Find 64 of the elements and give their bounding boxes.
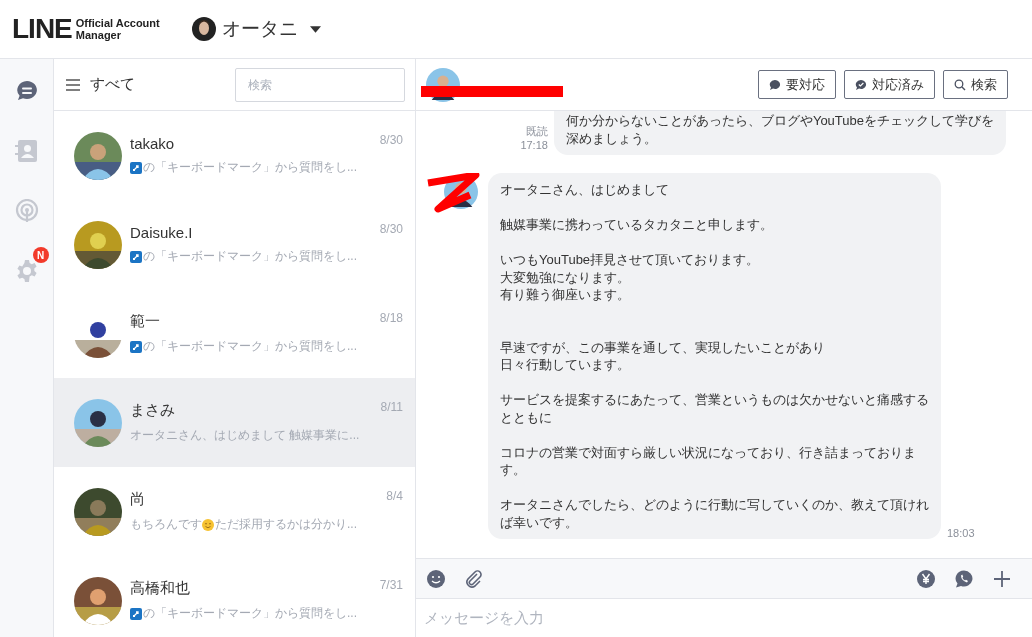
chat-list-item[interactable]: まさみ オータニさん、はじめまして 触媒事業に... 8/11 xyxy=(54,378,415,467)
message-preview: オータニさん、はじめまして 触媒事業に... xyxy=(130,427,360,444)
message-time: 17:18 xyxy=(520,139,548,151)
message-line: オータニさん、はじめまして xyxy=(500,181,669,199)
message-line: 日々行動しています。 xyxy=(500,356,630,374)
search-icon xyxy=(954,78,966,91)
message-line: コロナの営業で対面すら厳しい状況になっており、行き詰まっておりま xyxy=(500,443,916,461)
message-date: 8/30 xyxy=(379,222,403,236)
message-preview: の「キーボードマーク」から質問をし... xyxy=(143,605,357,622)
smiley-icon xyxy=(202,518,214,531)
message-time: 18:03 xyxy=(947,527,975,539)
account-name[interactable]: オータニ xyxy=(221,16,298,42)
plus-icon[interactable] xyxy=(992,568,1012,589)
logo-subtitle: Manager xyxy=(75,29,123,41)
message-line: サービスを提案するにあたって、営業というものは欠かせないと痛感する xyxy=(500,391,929,409)
logo-subtitle: Official Account xyxy=(75,17,160,29)
yen-icon[interactable] xyxy=(916,568,936,589)
message-line: 大変勉強になります。 xyxy=(500,268,630,286)
header-button[interactable]: 検索 xyxy=(943,70,1008,99)
message-line: 早速ですが、この事業を通して、実現したいことがあり xyxy=(500,338,825,356)
logo-wordmark: LINE xyxy=(12,15,72,43)
keyboard-badge-icon xyxy=(130,607,142,620)
emoji-icon[interactable] xyxy=(426,568,446,589)
header-button[interactable]: 対応済み xyxy=(844,70,935,99)
speech-bubble-icon xyxy=(769,78,781,91)
checked-bubble-icon xyxy=(855,78,867,91)
message-date: 8/4 xyxy=(386,489,403,503)
message-date: 8/18 xyxy=(379,311,403,325)
notification-badge: N xyxy=(32,247,49,263)
keyboard-badge-icon xyxy=(130,161,142,174)
message-preview: もちろんです xyxy=(130,516,202,533)
chat-icon[interactable] xyxy=(14,79,39,103)
contact-name: 範一 xyxy=(130,312,161,331)
message-date: 8/30 xyxy=(379,133,403,147)
message-line: 深めましょう。 xyxy=(565,129,657,147)
message-line: オータニさんでしたら、どのように行動に写していくのか、教えて頂けれ xyxy=(500,496,929,514)
message-date: 8/11 xyxy=(380,400,403,414)
message-line: とともに xyxy=(500,408,552,426)
search-field[interactable]: 検索 xyxy=(235,67,405,102)
read-status: 既読 xyxy=(525,124,548,139)
header-button[interactable]: 要対応 xyxy=(758,70,836,99)
message-preview: の「キーボードマーク」から質問をし... xyxy=(143,159,357,176)
paperclip-icon[interactable] xyxy=(464,568,484,589)
message-line: 何か分からないことがあったら、ブログやYouTubeをチェックして学びを xyxy=(565,112,994,130)
message-preview: ただ採用するかは分かり... xyxy=(215,516,357,533)
contact-name: 尚 xyxy=(130,490,146,509)
keyboard-badge-icon xyxy=(130,250,142,263)
message-line: す。 xyxy=(500,461,526,479)
filter-dropdown[interactable]: すべて xyxy=(90,75,135,94)
message-line: いつもYouTube拝見させて頂いております。 xyxy=(500,251,760,269)
message-line: 有り難う御座います。 xyxy=(500,286,630,304)
message-date: 7/31 xyxy=(379,578,403,592)
contact-name: Daisuke.I xyxy=(130,224,194,241)
message-line: 触媒事業に携わっているタカタニと申します。 xyxy=(500,216,773,234)
menu-icon[interactable] xyxy=(66,78,80,91)
call-icon[interactable] xyxy=(954,568,974,589)
caret-icon[interactable] xyxy=(309,25,321,33)
message-preview: の「キーボードマーク」から質問をし... xyxy=(143,248,357,265)
message-preview: の「キーボードマーク」から質問をし... xyxy=(143,338,357,355)
message-line: ば幸いです。 xyxy=(500,513,578,531)
contact-name: takako xyxy=(130,135,176,152)
keyboard-badge-icon xyxy=(130,340,142,353)
contact-name: まさみ xyxy=(130,401,176,420)
contact-name: 高橋和也 xyxy=(130,579,191,598)
